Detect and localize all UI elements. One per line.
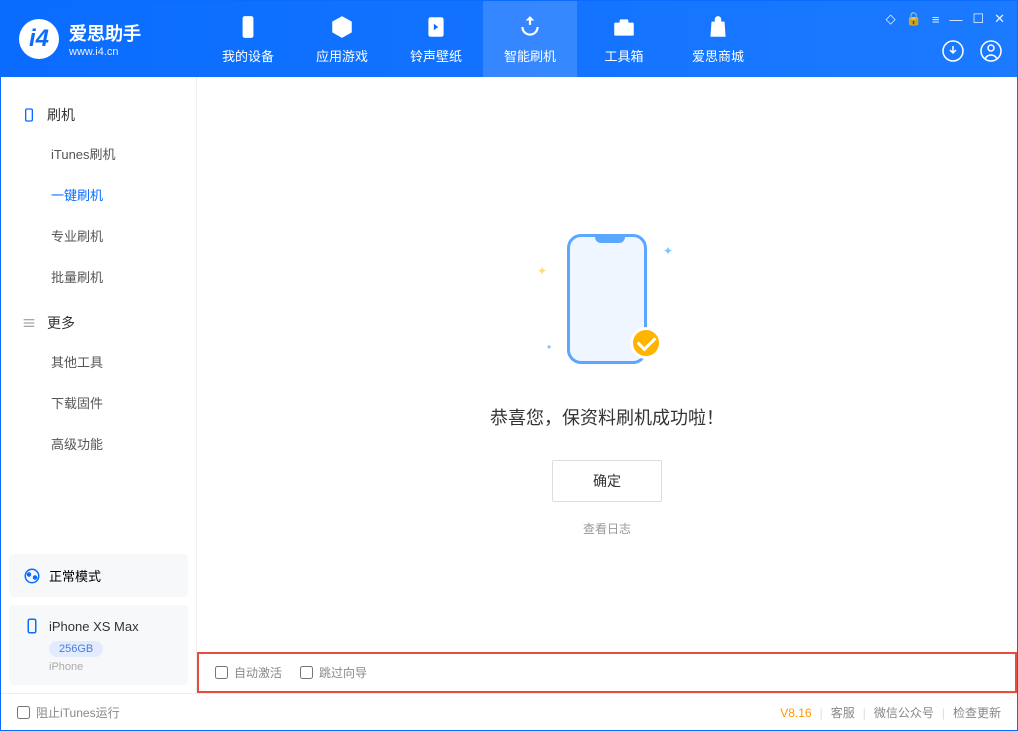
tab-store[interactable]: 爱思商城: [671, 1, 765, 77]
nav-tabs: 我的设备 应用游戏 铃声壁纸 智能刷机 工具箱 爱思商城: [201, 1, 765, 77]
app-name: 爱思助手: [69, 20, 141, 46]
sidebar-item-onekey[interactable]: 一键刷机: [1, 174, 196, 215]
checkbox-bar: 自动激活 跳过向导: [197, 652, 1017, 693]
tab-ringtones[interactable]: 铃声壁纸: [389, 1, 483, 77]
update-link[interactable]: 检查更新: [953, 704, 1001, 721]
footer: 阻止iTunes运行 V8.16 | 客服 | 微信公众号 | 检查更新: [1, 693, 1017, 731]
lock-icon[interactable]: 🔒: [906, 11, 922, 27]
toolbox-icon: [611, 14, 637, 40]
phone-icon: [235, 14, 261, 40]
mode-card[interactable]: 正常模式: [9, 554, 188, 597]
sidebar-item-batch[interactable]: 批量刷机: [1, 256, 196, 297]
success-illustration: ✦ ✦ •: [547, 234, 667, 374]
tab-label: 工具箱: [604, 46, 643, 65]
main: 刷机 iTunes刷机 一键刷机 专业刷机 批量刷机 更多 其他工具 下载固件 …: [1, 77, 1017, 693]
tab-apps[interactable]: 应用游戏: [295, 1, 389, 77]
logo-area: i4 爱思助手 www.i4.cn: [1, 19, 201, 59]
sidebar-item-itunes[interactable]: iTunes刷机: [1, 133, 196, 174]
sidebar-item-advanced[interactable]: 高级功能: [1, 423, 196, 464]
menu-icon[interactable]: ≡: [932, 12, 940, 27]
device-type: iPhone: [49, 661, 174, 673]
header-actions: [941, 39, 1003, 63]
block-itunes-checkbox[interactable]: 阻止iTunes运行: [17, 704, 120, 721]
wechat-link[interactable]: 微信公众号: [874, 704, 934, 721]
minimize-button[interactable]: —: [949, 12, 962, 27]
device-cards: 正常模式 iPhone XS Max 256GB iPhone: [1, 554, 196, 693]
sidebar-section-flash: 刷机 iTunes刷机 一键刷机 专业刷机 批量刷机: [1, 97, 196, 297]
sidebar-header-flash: 刷机: [1, 97, 196, 133]
confirm-button[interactable]: 确定: [552, 460, 662, 502]
tab-label: 铃声壁纸: [410, 46, 462, 65]
footer-right: V8.16 | 客服 | 微信公众号 | 检查更新: [780, 704, 1001, 721]
window-controls: ◇ 🔒 ≡ — ☐ ✕: [886, 11, 1005, 27]
mode-label: 正常模式: [49, 566, 101, 585]
tab-toolbox[interactable]: 工具箱: [577, 1, 671, 77]
close-button[interactable]: ✕: [994, 11, 1005, 27]
tab-label: 爱思商城: [692, 46, 744, 65]
version-label: V8.16: [780, 706, 811, 720]
device-name: iPhone XS Max: [49, 619, 139, 634]
cube-icon: [329, 14, 355, 40]
header: i4 爱思助手 www.i4.cn 我的设备 应用游戏 铃声壁纸 智能刷机 工具…: [1, 1, 1017, 77]
success-message: 恭喜您，保资料刷机成功啦！: [490, 404, 724, 430]
sidebar-item-other[interactable]: 其他工具: [1, 341, 196, 382]
music-icon: [423, 14, 449, 40]
tab-my-device[interactable]: 我的设备: [201, 1, 295, 77]
device-small-icon: [23, 617, 41, 635]
sidebar-item-pro[interactable]: 专业刷机: [1, 215, 196, 256]
download-icon[interactable]: [941, 39, 965, 63]
storage-badge: 256GB: [49, 641, 103, 657]
mode-icon: [23, 567, 41, 585]
skip-guide-checkbox[interactable]: 跳过向导: [300, 664, 367, 681]
auto-activate-checkbox[interactable]: 自动激活: [215, 664, 282, 681]
check-badge-icon: [630, 327, 662, 359]
sidebar-section-more: 更多 其他工具 下载固件 高级功能: [1, 305, 196, 464]
user-icon[interactable]: [979, 39, 1003, 63]
device-card[interactable]: iPhone XS Max 256GB iPhone: [9, 605, 188, 685]
view-log-link[interactable]: 查看日志: [583, 520, 631, 537]
logo-text: 爱思助手 www.i4.cn: [69, 20, 141, 58]
content: ✦ ✦ • 恭喜您，保资料刷机成功啦！ 确定 查看日志 自动激活 跳过向导: [197, 77, 1017, 693]
sidebar-header-more: 更多: [1, 305, 196, 341]
refresh-icon: [517, 14, 543, 40]
support-link[interactable]: 客服: [831, 704, 855, 721]
tab-smart-flash[interactable]: 智能刷机: [483, 1, 577, 77]
device-icon: [21, 107, 37, 123]
app-url: www.i4.cn: [69, 46, 141, 58]
bag-icon: [705, 14, 731, 40]
logo-icon: i4: [19, 19, 59, 59]
sidebar-item-download[interactable]: 下载固件: [1, 382, 196, 423]
shirt-icon[interactable]: ◇: [886, 11, 896, 27]
tab-label: 智能刷机: [504, 46, 556, 65]
tab-label: 应用游戏: [316, 46, 368, 65]
maximize-button[interactable]: ☐: [972, 11, 984, 27]
sidebar: 刷机 iTunes刷机 一键刷机 专业刷机 批量刷机 更多 其他工具 下载固件 …: [1, 77, 197, 693]
list-icon: [21, 315, 37, 331]
tab-label: 我的设备: [222, 46, 274, 65]
